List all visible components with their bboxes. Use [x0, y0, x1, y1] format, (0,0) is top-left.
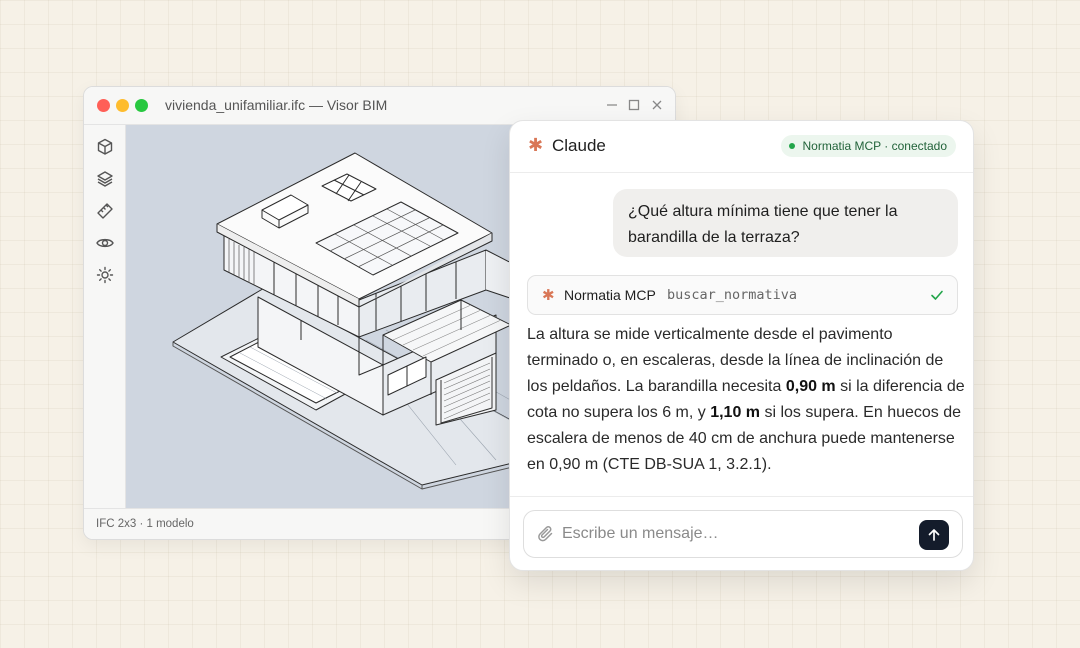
layers-icon[interactable]: [95, 169, 115, 189]
close-traffic-light[interactable]: [97, 99, 110, 112]
claude-chat-panel: ✱ Claude Normatia MCP · conectado ¿Qué a…: [509, 120, 974, 571]
sun-icon[interactable]: [95, 265, 115, 285]
minimize-icon[interactable]: [604, 97, 620, 113]
tool-server-name: Normatia MCP: [564, 287, 656, 303]
assistant-answer: La altura se mide verticalmente desde el…: [527, 322, 965, 478]
connected-dot-icon: [789, 143, 796, 149]
ruler-icon[interactable]: [95, 201, 115, 221]
message-input[interactable]: [562, 521, 912, 547]
tool-call-card[interactable]: ✱ Normatia MCP buscar_normativa: [527, 275, 958, 315]
message-composer: [523, 510, 963, 558]
answer-bold-2: 1,10 m: [710, 404, 761, 421]
close-icon[interactable]: [649, 97, 665, 113]
send-button[interactable]: [919, 520, 949, 550]
check-icon: [929, 287, 945, 303]
tool-function-name: buscar_normativa: [667, 287, 798, 303]
composer-divider: [510, 496, 973, 497]
paperclip-icon[interactable]: [537, 525, 555, 543]
cube-icon[interactable]: [95, 137, 115, 157]
minimize-traffic-light[interactable]: [116, 99, 129, 112]
eye-icon[interactable]: [95, 233, 115, 253]
maximize-icon[interactable]: [626, 97, 642, 113]
mcp-status-badge: Normatia MCP · conectado: [781, 135, 956, 157]
arrow-up-icon: [928, 529, 940, 541]
window-title: vivienda_unifamiliar.ifc — Visor BIM: [165, 97, 388, 113]
user-message: ¿Qué altura mínima tiene que tener la ba…: [613, 189, 958, 257]
viewer-toolbar: [84, 125, 126, 508]
chat-header: ✱ Claude Normatia MCP · conectado: [510, 121, 973, 173]
chat-title: Claude: [552, 136, 606, 155]
claude-logo-icon: ✱: [528, 135, 544, 155]
mcp-status-label: Normatia MCP · conectado: [802, 139, 947, 153]
zoom-traffic-light[interactable]: [135, 99, 148, 112]
mcp-tool-icon: ✱: [542, 287, 555, 304]
model-status-text: IFC 2x3 · 1 modelo: [96, 518, 194, 530]
answer-bold-1: 0,90 m: [785, 378, 836, 395]
